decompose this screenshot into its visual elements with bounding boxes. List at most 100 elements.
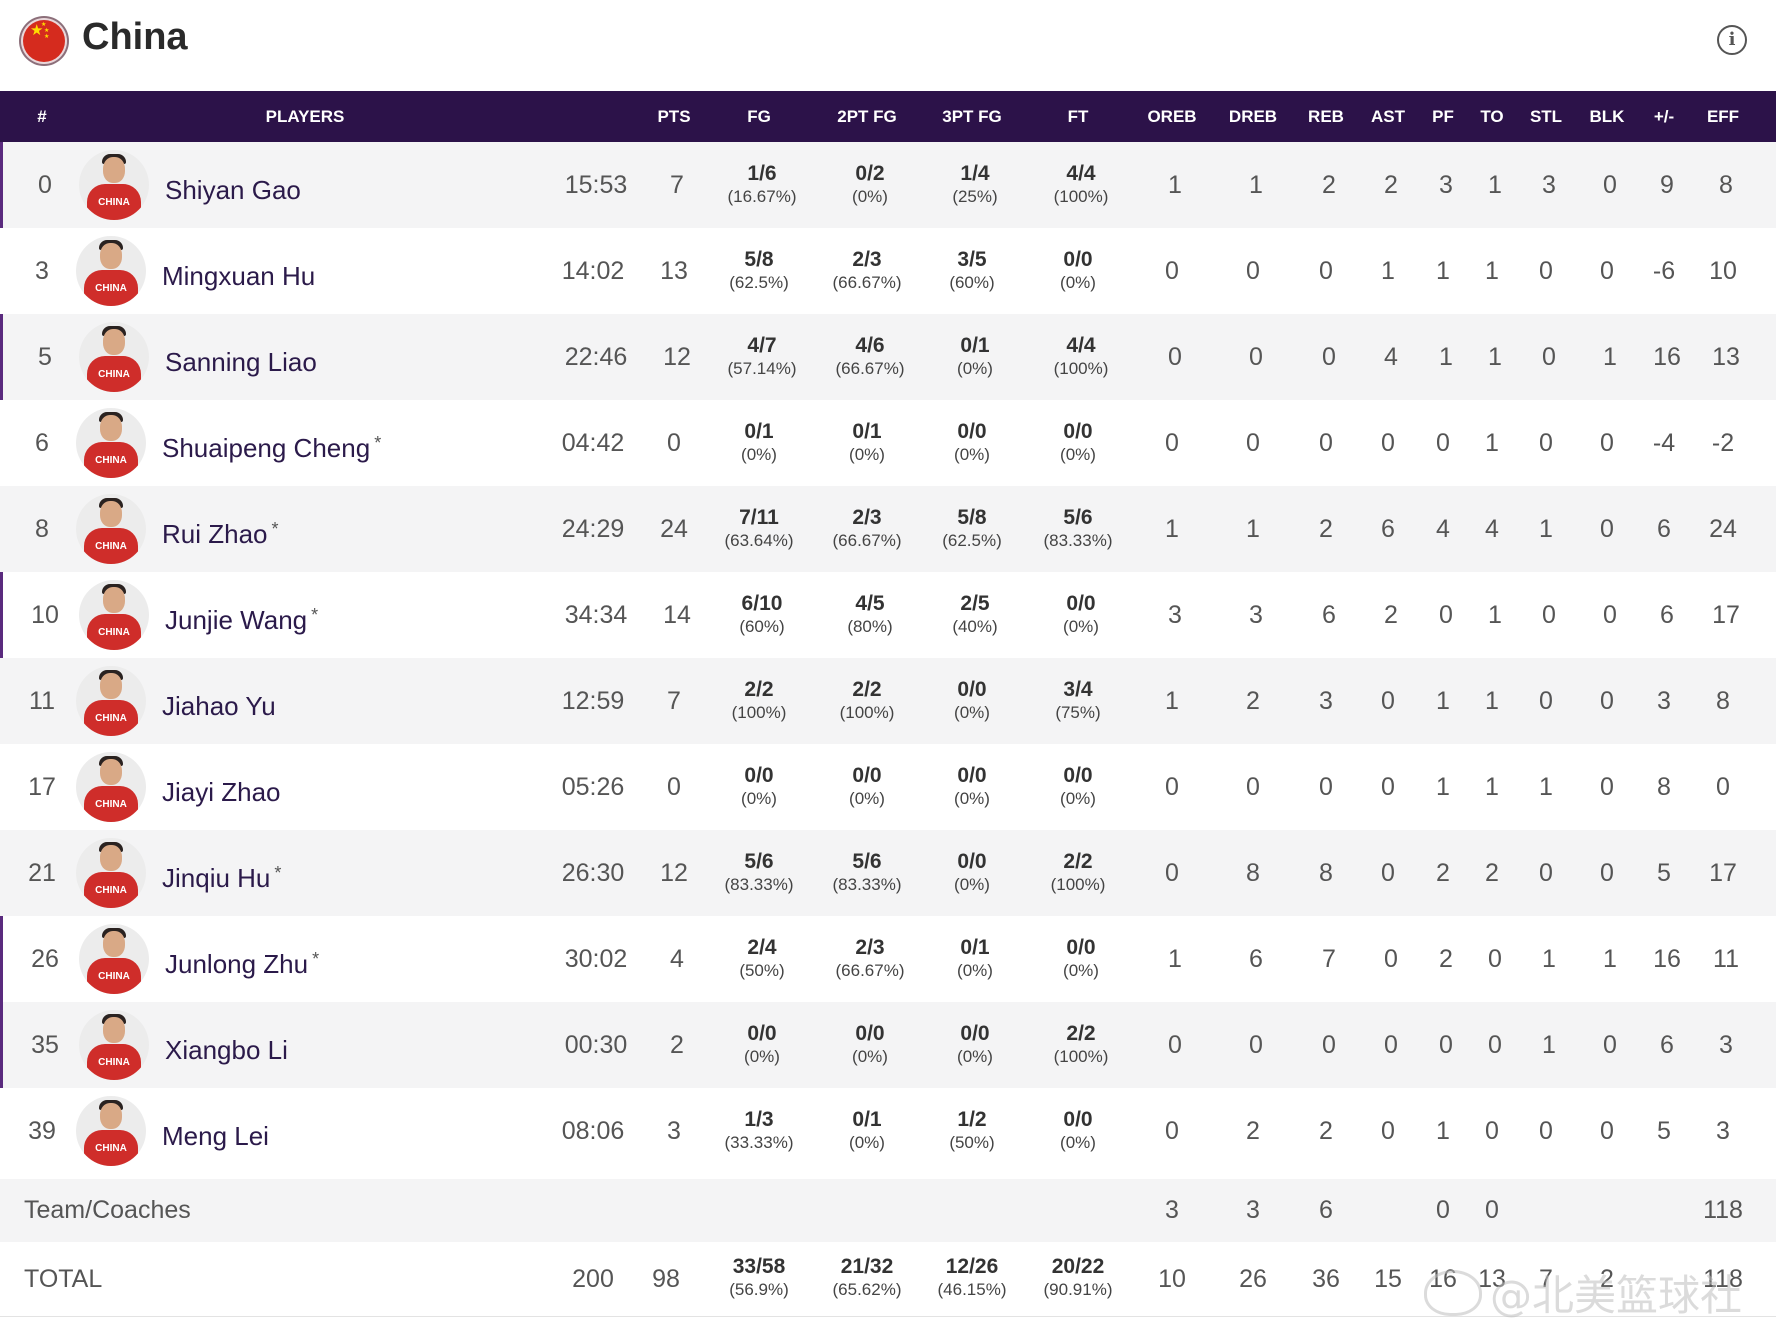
player-fg3-pct: (0%) xyxy=(954,703,990,722)
col-reb[interactable]: REB xyxy=(1308,91,1344,142)
player-ft-made: 3/4 xyxy=(1063,678,1093,701)
player-dreb: 0 xyxy=(1246,429,1260,457)
player-name: Mingxuan Hu xyxy=(162,261,316,291)
player-avatar[interactable]: CHINA xyxy=(79,580,149,650)
player-to: 2 xyxy=(1485,859,1499,887)
player-avatar[interactable]: CHINA xyxy=(76,408,146,478)
player-fg2-pct: (0%) xyxy=(849,789,885,808)
player-pm: -4 xyxy=(1652,429,1676,457)
table-row[interactable]: 39 CHINA Meng Lei 08:06 3 1/3 (33.33%) 0/1… xyxy=(0,1088,1776,1174)
col-eff[interactable]: EFF xyxy=(1707,91,1739,142)
player-pm: 6 xyxy=(1660,1031,1674,1059)
player-oreb: 1 xyxy=(1165,515,1179,543)
player-fg3-made: 0/0 xyxy=(957,420,987,443)
player-ast: 6 xyxy=(1381,515,1395,543)
player-reb: 0 xyxy=(1319,773,1333,801)
info-icon[interactable]: i xyxy=(1717,25,1747,55)
col-pf[interactable]: PF xyxy=(1432,91,1454,142)
player-name-link[interactable]: Rui Zhao * xyxy=(162,486,279,572)
table-row[interactable]: 0 CHINA Shiyan Gao 15:53 7 1/6 (16.67%) 0/… xyxy=(0,142,1776,228)
player-fg-made: 1/3 xyxy=(744,1108,774,1131)
total-reb: 36 xyxy=(1312,1265,1340,1293)
player-name: Junjie Wang xyxy=(165,605,308,635)
player-avatar[interactable]: CHINA xyxy=(79,924,149,994)
player-avatar[interactable]: CHINA xyxy=(79,1010,149,1080)
player-name-link[interactable]: Mingxuan Hu xyxy=(162,228,319,314)
table-row[interactable]: 35 CHINA Xiangbo Li 00:30 2 0/0 (0%) 0/0 (… xyxy=(0,1002,1776,1088)
player-avatar[interactable]: CHINA xyxy=(76,494,146,564)
team-oreb: 3 xyxy=(1165,1196,1179,1224)
player-stl: 1 xyxy=(1542,1031,1556,1059)
player-dreb: 8 xyxy=(1246,859,1260,887)
player-avatar[interactable]: CHINA xyxy=(76,838,146,908)
player-avatar[interactable]: CHINA xyxy=(76,666,146,736)
table-row[interactable]: 6 CHINA Shuaipeng Cheng * 04:42 0 0/1 (0%) … xyxy=(0,400,1776,486)
player-avatar[interactable]: CHINA xyxy=(76,752,146,822)
player-fg3: 0/0 (0%) xyxy=(954,849,990,896)
player-fg: 4/7 (57.14%) xyxy=(728,333,797,380)
player-ft-pct: (0%) xyxy=(1060,1133,1096,1152)
player-fg3-made: 5/8 xyxy=(957,506,987,529)
col-2pt-fg[interactable]: 2PT FG xyxy=(837,91,897,142)
player-avatar[interactable]: CHINA xyxy=(79,322,149,392)
col-ft[interactable]: FT xyxy=(1068,91,1089,142)
player-pf: 0 xyxy=(1439,1031,1453,1059)
avatar-head xyxy=(103,587,125,613)
player-name-link[interactable]: Jinqiu Hu * xyxy=(162,830,281,916)
table-row[interactable]: 11 CHINA Jiahao Yu 12:59 7 2/2 (100%) 2/2 … xyxy=(0,658,1776,744)
player-fg2: 0/1 (0%) xyxy=(849,419,885,466)
avatar-jersey: CHINA xyxy=(87,356,141,392)
col-blk[interactable]: BLK xyxy=(1590,91,1625,142)
col-to[interactable]: TO xyxy=(1480,91,1503,142)
player-name-link[interactable]: Jiayi Zhao xyxy=(162,744,285,830)
player-fg2: 2/2 (100%) xyxy=(840,677,895,724)
player-name-link[interactable]: Shuaipeng Cheng * xyxy=(162,400,381,486)
player-eff: 11 xyxy=(1713,945,1739,973)
player-fg2-pct: (66.67%) xyxy=(835,359,905,378)
player-fg2-made: 0/0 xyxy=(852,764,882,787)
col-players[interactable]: PLAYERS xyxy=(266,91,345,142)
col-ast[interactable]: AST xyxy=(1371,91,1405,142)
player-avatar[interactable]: CHINA xyxy=(76,236,146,306)
player-name: Junlong Zhu xyxy=(165,949,309,979)
player-avatar[interactable]: CHINA xyxy=(76,1096,146,1166)
col-dreb[interactable]: DREB xyxy=(1229,91,1277,142)
player-name-link[interactable]: Sanning Liao xyxy=(165,314,321,400)
col-plus-minus[interactable]: +/- xyxy=(1654,91,1674,142)
player-ft-pct: (100%) xyxy=(1053,187,1109,206)
table-row[interactable]: 21 CHINA Jinqiu Hu * 26:30 12 5/6 (83.33%) … xyxy=(0,830,1776,916)
player-pts: 4 xyxy=(670,945,684,973)
player-name-link[interactable]: Junlong Zhu * xyxy=(165,916,319,1002)
col-oreb[interactable]: OREB xyxy=(1147,91,1196,142)
jersey-text: CHINA xyxy=(95,283,127,294)
team-dreb: 3 xyxy=(1246,1196,1260,1224)
player-oreb: 1 xyxy=(1165,687,1179,715)
player-fg-pct: (16.67%) xyxy=(727,187,797,206)
player-number: 11 xyxy=(29,687,55,715)
col-fg[interactable]: FG xyxy=(747,91,771,142)
table-row[interactable]: 5 CHINA Sanning Liao 22:46 12 4/7 (57.14%)… xyxy=(0,314,1776,400)
player-stl: 1 xyxy=(1542,945,1556,973)
table-row[interactable]: 10 CHINA Junjie Wang * 34:34 14 6/10 (60%) … xyxy=(0,572,1776,658)
player-name: Rui Zhao xyxy=(162,519,268,549)
table-row[interactable]: 17 CHINA Jiayi Zhao 05:26 0 0/0 (0%) 0/0 (… xyxy=(0,744,1776,830)
col-stl[interactable]: STL xyxy=(1530,91,1562,142)
player-name-link[interactable]: Xiangbo Li xyxy=(165,1002,292,1088)
col-3pt-fg[interactable]: 3PT FG xyxy=(942,91,1002,142)
table-row[interactable]: 8 CHINA Rui Zhao * 24:29 24 7/11 (63.64%) 2… xyxy=(0,486,1776,572)
player-fg: 1/6 (16.67%) xyxy=(728,161,797,208)
table-row[interactable]: 26 CHINA Junlong Zhu * 30:02 4 2/4 (50%) 2/… xyxy=(0,916,1776,1002)
player-name-link[interactable]: Meng Lei xyxy=(162,1088,273,1174)
player-name-link[interactable]: Shiyan Gao xyxy=(165,142,305,228)
player-ft-pct: (0%) xyxy=(1060,789,1096,808)
player-avatar[interactable]: CHINA xyxy=(79,150,149,220)
player-fg: 2/4 (50%) xyxy=(739,935,784,982)
table-row[interactable]: 3 CHINA Mingxuan Hu 14:02 13 5/8 (62.5%) 2… xyxy=(0,228,1776,314)
player-stl: 0 xyxy=(1539,859,1553,887)
col-pts[interactable]: PTS xyxy=(657,91,690,142)
player-pm: 16 xyxy=(1653,945,1681,973)
player-name-link[interactable]: Junjie Wang * xyxy=(165,572,318,658)
player-fg2-made: 2/3 xyxy=(852,506,882,529)
player-name-link[interactable]: Jiahao Yu xyxy=(162,658,280,744)
player-dreb: 0 xyxy=(1249,1031,1263,1059)
